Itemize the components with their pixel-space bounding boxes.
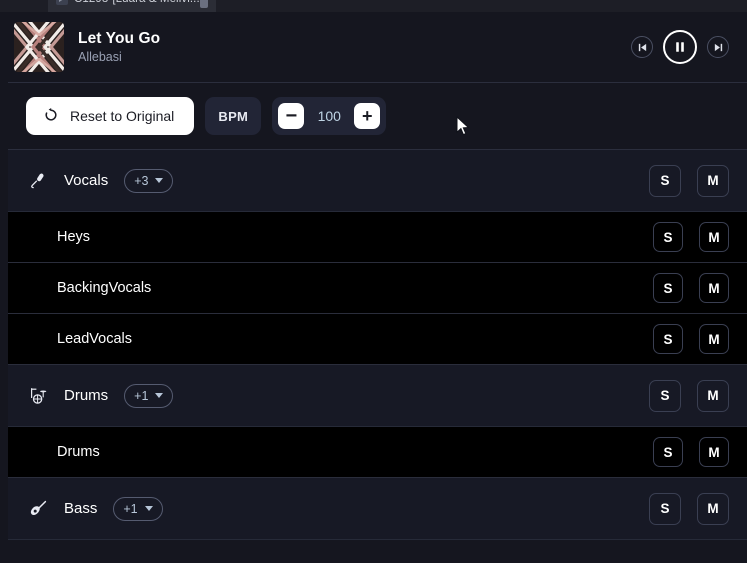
track-group-row[interactable]: Bass +1 S M — [8, 478, 747, 540]
bpm-stepper: − 100 + — [272, 97, 387, 135]
mute-button[interactable]: M — [697, 492, 729, 525]
mute-button[interactable]: M — [699, 324, 729, 354]
chevron-down-icon — [144, 506, 153, 511]
stem-row[interactable]: Heys S M — [8, 212, 747, 263]
stem-solo-mute-controls: S M — [653, 273, 729, 303]
bpm-value[interactable]: 100 — [308, 108, 350, 124]
reset-rotate-icon — [43, 107, 59, 126]
solo-button[interactable]: S — [653, 222, 683, 252]
group-solo-mute-controls: S M — [649, 379, 729, 412]
tab-close-icon[interactable] — [200, 0, 208, 8]
mute-button[interactable]: M — [699, 222, 729, 252]
bpm-toolbar: Reset to Original BPM − 100 + — [0, 83, 747, 149]
stem-solo-mute-controls: S M — [653, 437, 729, 467]
chevron-down-icon — [155, 178, 164, 183]
chevron-down-icon — [155, 393, 164, 398]
now-playing-header: Let You Go Allebasi — [0, 12, 747, 82]
next-track-button[interactable] — [707, 36, 729, 58]
stem-count-dropdown[interactable]: +3 — [124, 168, 174, 193]
music-stem-player-app: Let You Go Allebasi Reset to Original BP… — [0, 12, 747, 563]
stem-row[interactable]: BackingVocals S M — [8, 263, 747, 314]
solo-button[interactable]: S — [649, 492, 681, 525]
stem-count-label: +1 — [123, 501, 138, 516]
solo-button[interactable]: S — [649, 164, 681, 197]
transport-controls — [631, 30, 729, 64]
mute-button[interactable]: M — [699, 437, 729, 467]
track-group-name: Drums — [64, 387, 109, 404]
play-pause-button[interactable] — [663, 30, 697, 64]
track-artist: Allebasi — [78, 49, 122, 64]
reset-to-original-label: Reset to Original — [70, 108, 175, 124]
stem-solo-mute-controls: S M — [653, 324, 729, 354]
mute-button[interactable]: M — [697, 379, 729, 412]
stem-count-label: +3 — [134, 173, 149, 188]
track-group-row[interactable]: Vocals +3 S M — [8, 150, 747, 212]
mute-button[interactable]: M — [697, 164, 729, 197]
track-group-name: Bass — [64, 500, 98, 517]
group-solo-mute-controls: S M — [649, 164, 729, 197]
stem-row[interactable]: LeadVocals S M — [8, 314, 747, 365]
track-title: Let You Go — [78, 29, 161, 47]
solo-button[interactable]: S — [653, 437, 683, 467]
track-group-row[interactable]: Drums +1 S M — [8, 365, 747, 427]
video-icon — [56, 0, 68, 5]
solo-button[interactable]: S — [653, 273, 683, 303]
stem-count-label: +1 — [134, 388, 149, 403]
solo-button[interactable]: S — [653, 324, 683, 354]
album-art — [14, 22, 64, 72]
stem-count-dropdown[interactable]: +1 — [113, 496, 163, 521]
drumkit-icon — [26, 384, 50, 408]
stem-name: Heys — [57, 229, 91, 245]
stem-count-dropdown[interactable]: +1 — [124, 383, 174, 408]
stem-solo-mute-controls: S M — [653, 222, 729, 252]
bpm-label: BPM — [205, 97, 262, 135]
stem-name: LeadVocals — [57, 331, 132, 347]
bpm-decrement-button[interactable]: − — [278, 103, 305, 129]
stem-name: Drums — [57, 444, 100, 460]
group-solo-mute-controls: S M — [649, 492, 729, 525]
now-playing-text: Let You Go Allebasi — [78, 29, 631, 66]
stem-name: BackingVocals — [57, 280, 152, 296]
track-list: Vocals +3 S M Heys S M BackingVocals S M… — [0, 150, 747, 540]
microphone-icon — [26, 169, 50, 193]
reset-to-original-button[interactable]: Reset to Original — [26, 97, 195, 135]
stem-row[interactable]: Drums S M — [8, 427, 747, 478]
mute-button[interactable]: M — [699, 273, 729, 303]
browser-tab-title: C1298-[Luara & Melivi... — [74, 0, 200, 5]
browser-tab-strip: C1298-[Luara & Melivi... — [0, 0, 747, 12]
solo-button[interactable]: S — [649, 379, 681, 412]
bass-guitar-icon — [26, 497, 50, 521]
browser-tab[interactable]: C1298-[Luara & Melivi... — [48, 0, 216, 12]
previous-track-button[interactable] — [631, 36, 653, 58]
track-group-name: Vocals — [64, 172, 109, 189]
bpm-increment-button[interactable]: + — [354, 103, 381, 129]
